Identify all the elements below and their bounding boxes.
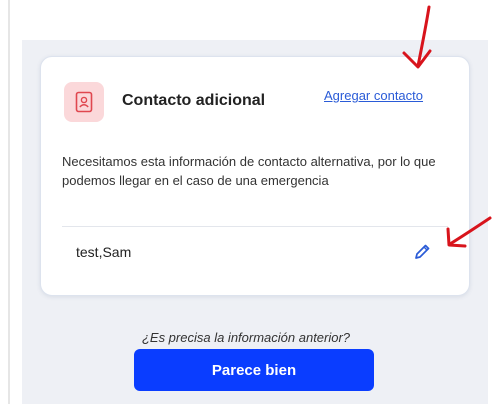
page-frame: Contacto adicional Agregar contacto Nece… bbox=[0, 0, 492, 404]
edit-contact-button[interactable] bbox=[410, 240, 434, 264]
add-contact-link[interactable]: Agregar contacto bbox=[324, 88, 423, 103]
contact-card-icon bbox=[64, 82, 104, 122]
divider bbox=[62, 226, 448, 227]
red-arrow-icon bbox=[402, 5, 432, 69]
confirm-button[interactable]: Parece bien bbox=[134, 349, 374, 391]
card-title: Contacto adicional bbox=[122, 92, 266, 109]
pencil-icon bbox=[415, 244, 430, 259]
contact-name: test,Sam bbox=[76, 244, 132, 260]
red-arrow-icon bbox=[446, 216, 492, 248]
card-description: Necesitamos esta información de contacto… bbox=[62, 154, 436, 188]
accuracy-question: ¿Es precisa la información anterior? bbox=[141, 330, 351, 345]
